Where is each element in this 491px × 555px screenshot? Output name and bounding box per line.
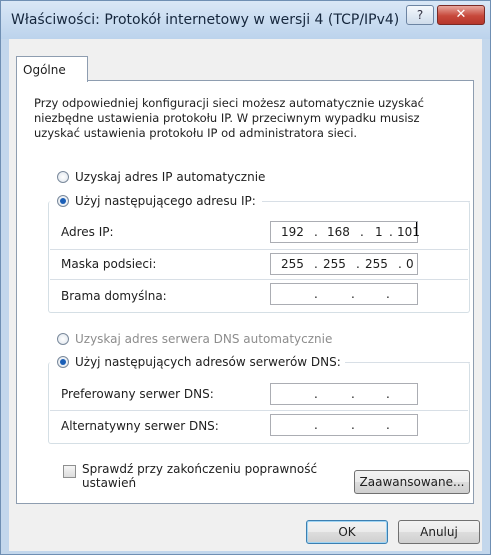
radio-ip-manual-label: Użyj następującego adresu IP: [75,194,256,208]
preferred-dns-label: Preferowany serwer DNS: [61,387,214,401]
ip-dot: . [386,387,390,401]
validate-checkbox[interactable] [63,465,76,478]
radio-dns-auto-label: Uzyskaj adres serwera DNS automatycznie [75,332,333,346]
advanced-button[interactable]: Zaawansowane... [354,470,470,494]
ip-octet: 0 [406,257,414,271]
validate-checkbox-label[interactable]: Sprawdź przy zakończeniu poprawność usta… [82,462,322,490]
radio-dns-manual[interactable] [57,356,69,368]
window-title: Właściwości: Protokół internetowy w wers… [11,12,400,28]
ip-dot: . [314,387,318,401]
radio-ip-manual-row[interactable]: Użyj następującego adresu IP: [57,194,260,208]
ip-address-label: Adres IP: [61,225,114,239]
ip-octet: 1 [375,225,383,239]
default-gateway-label: Brama domyślna: [61,289,167,303]
preferred-dns-input[interactable]: . . . [270,383,418,405]
radio-ip-auto-row[interactable]: Uzyskaj adres IP automatycznie [57,170,265,184]
ip-dot: . [398,257,402,271]
ip-dot: . [356,257,360,271]
subnet-mask-input[interactable]: 255 . 255 . 255 . 0 [270,253,418,275]
ip-dot: . [314,225,318,239]
subnet-mask-label: Maska podsieci: [61,257,157,271]
ip-dot: . [389,225,393,239]
dns-row-divider [50,410,468,411]
ip-octet: 255 [365,257,388,271]
tab-general[interactable]: Ogólne [16,56,88,82]
ip-octet: 192 [281,225,304,239]
title-bar[interactable]: Właściwości: Protokół internetowy w wers… [1,1,490,39]
radio-dns-auto[interactable] [57,333,69,345]
text-caret [416,222,417,236]
ip-row-divider [50,249,468,250]
radio-ip-auto-label: Uzyskaj adres IP automatycznie [75,170,266,184]
default-gateway-input[interactable]: . . . [270,283,418,305]
ip-dot: . [351,387,355,401]
radio-dns-auto-row[interactable]: Uzyskaj adres serwera DNS automatycznie [57,332,332,346]
radio-dns-manual-label: Użyj następujących adresów serwerów DNS: [75,355,341,369]
ip-dot: . [386,287,390,301]
ok-button[interactable]: OK [306,520,388,544]
description-text: Przy odpowiedniej konfiguracji sieci moż… [34,96,425,140]
alternate-dns-input[interactable]: . . . [270,414,418,436]
ip-dot: . [314,418,318,432]
ip-octet: 168 [327,225,350,239]
ip-dot: . [386,418,390,432]
close-button[interactable]: ✕ [437,5,485,25]
ip-octet: 255 [323,257,346,271]
cancel-button[interactable]: Anuluj [398,520,480,544]
radio-ip-manual[interactable] [57,195,69,207]
ip-address-input[interactable]: 192 . 168 . 1 . 101 [270,221,420,243]
ip-dot: . [314,257,318,271]
radio-ip-auto[interactable] [57,171,69,183]
ip-dot: . [314,287,318,301]
alternate-dns-label: Alternatywny serwer DNS: [61,419,219,433]
ip-dot: . [351,418,355,432]
ip-octet: 255 [281,257,304,271]
ip-row-divider [50,279,468,280]
help-button[interactable]: ? [406,5,434,25]
radio-dns-manual-row[interactable]: Użyj następujących adresów serwerów DNS: [57,355,345,369]
ip-dot: . [351,287,355,301]
ip-dot: . [360,225,364,239]
